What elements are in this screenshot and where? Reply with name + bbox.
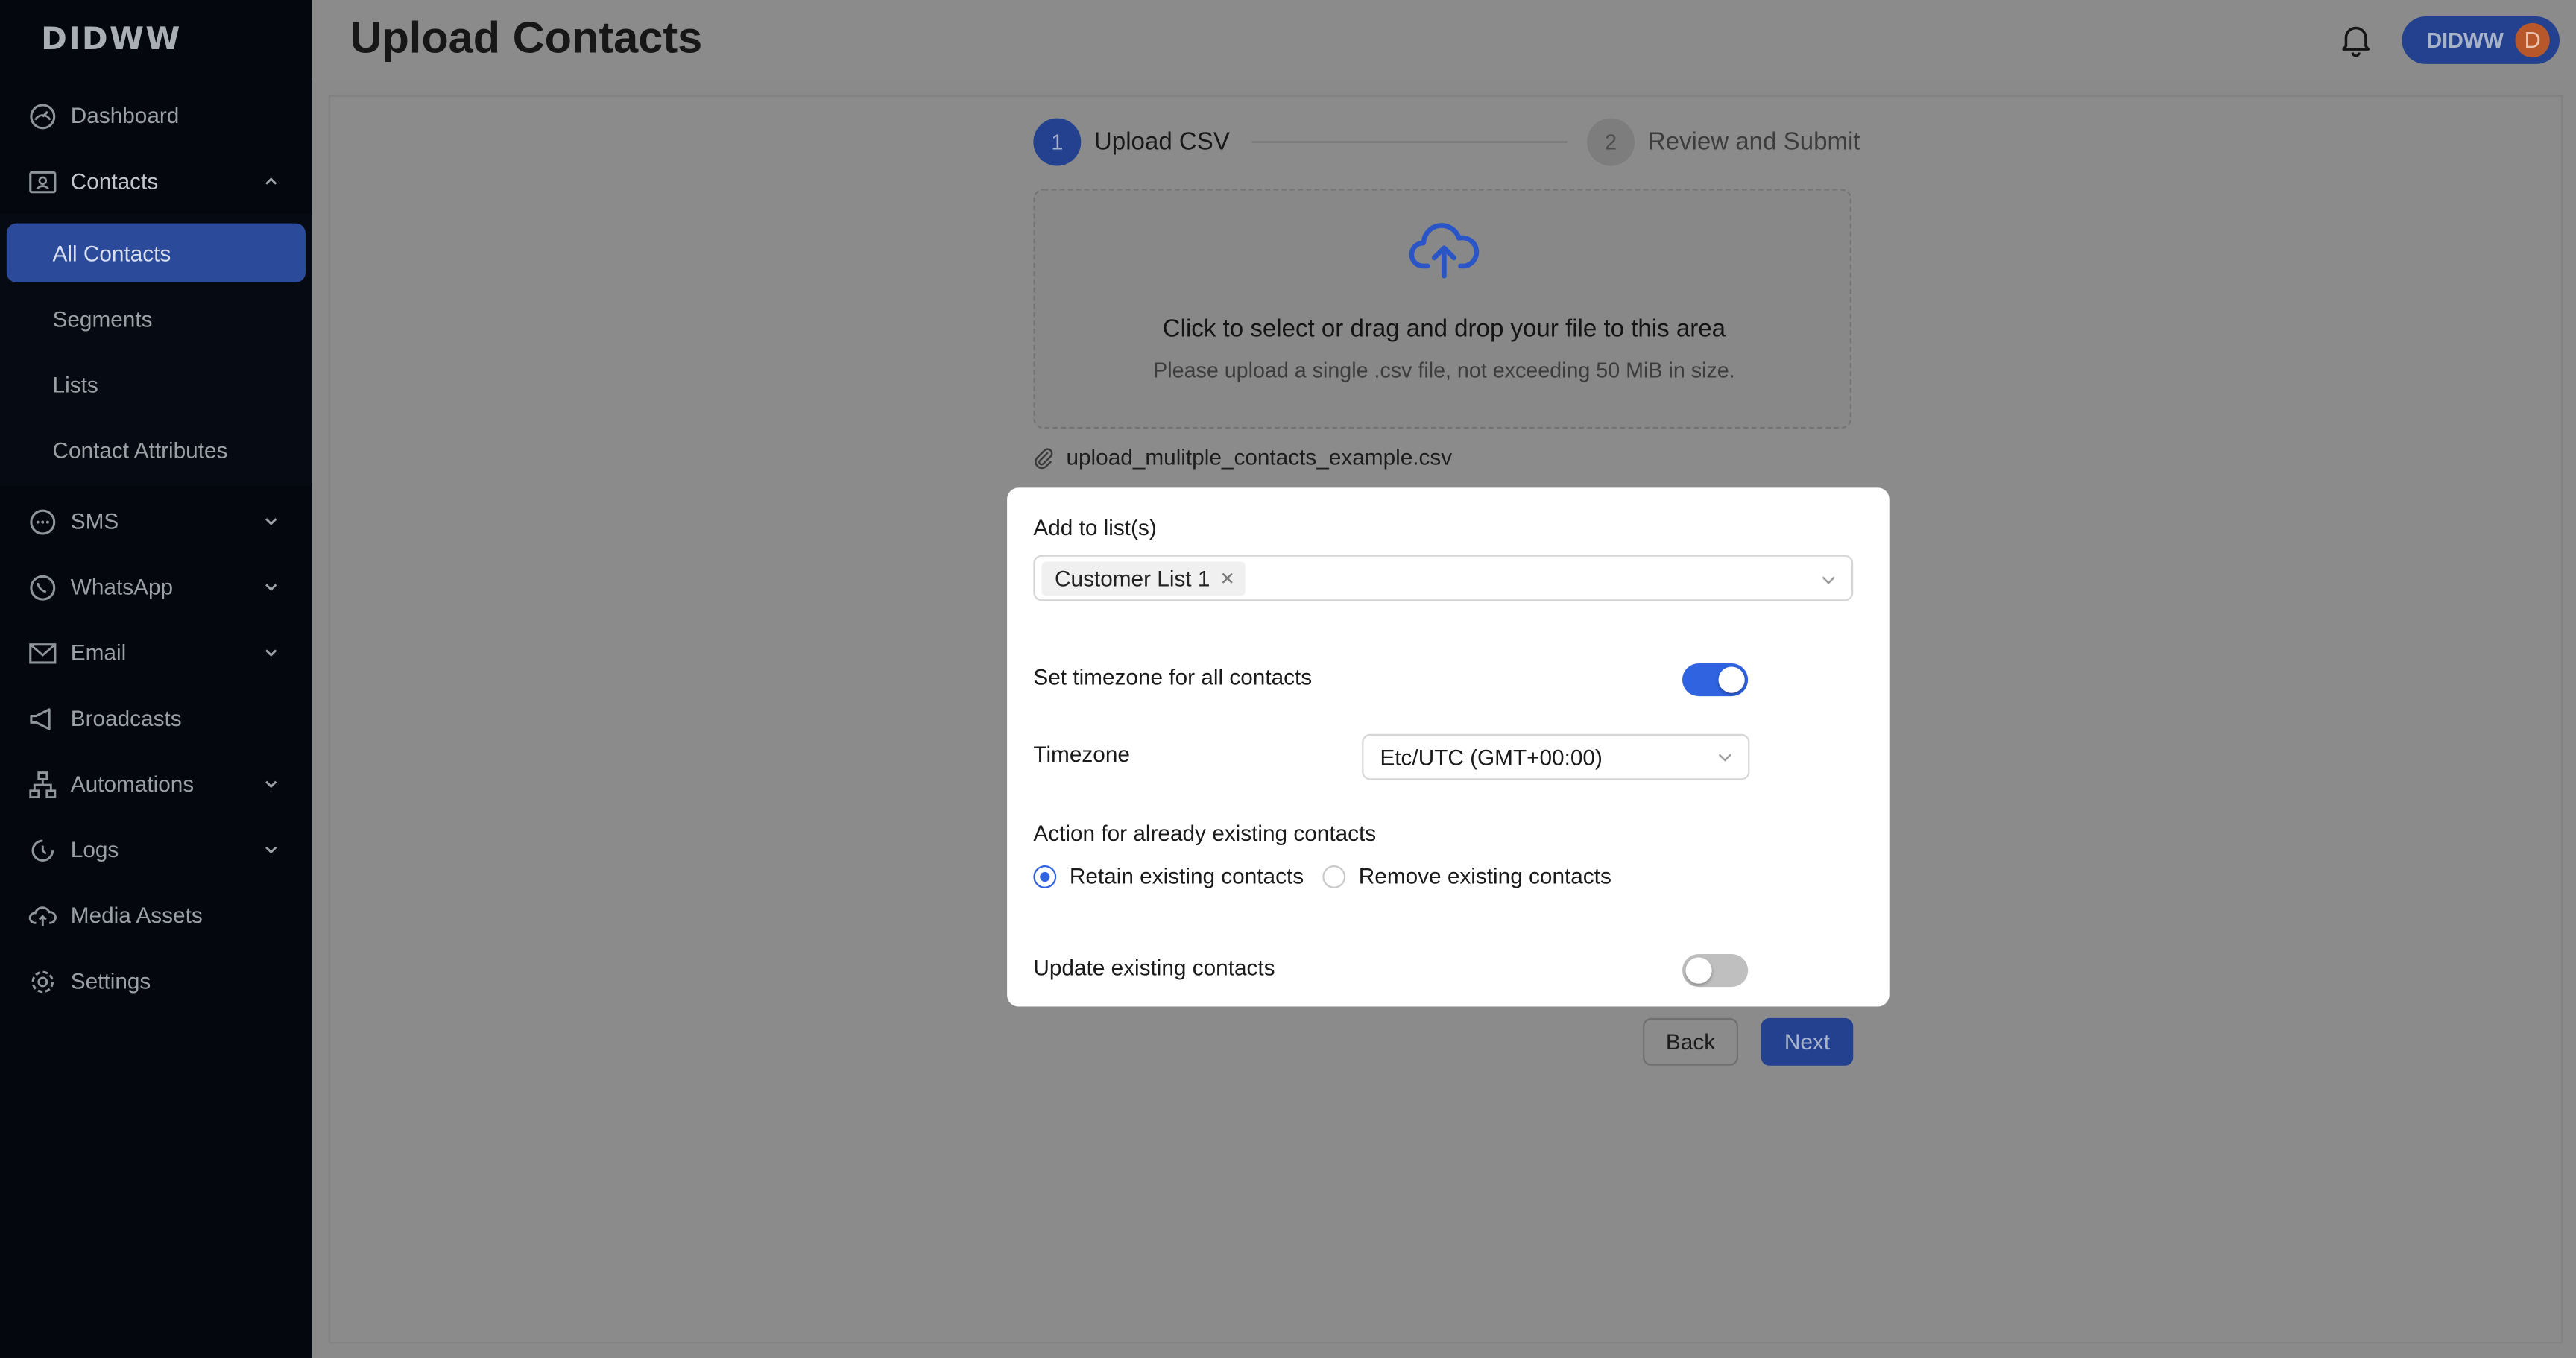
sidebar-item-label: SMS [70, 508, 119, 533]
user-name: DIDWW [2426, 28, 2504, 53]
chevron-down-icon [265, 584, 277, 591]
sidebar-item-label: Automations [70, 771, 195, 796]
sidebar-item-lists[interactable]: Lists [7, 355, 306, 414]
chevron-down-icon [265, 649, 277, 657]
chevron-down-icon [1822, 576, 1835, 584]
sidebar-item-label: All Contacts [52, 240, 171, 265]
sidebar-item-label: Logs [70, 836, 119, 862]
back-button[interactable]: Back [1643, 1017, 1738, 1066]
whatsapp-icon [30, 575, 56, 601]
step-2-indicator: 2 [1587, 118, 1635, 166]
chevron-down-icon [1718, 754, 1731, 762]
set-timezone-label: Set timezone for all contacts [1033, 665, 1313, 690]
sidebar-item-sms[interactable]: SMS [0, 491, 312, 550]
page-title: Upload Contacts [350, 13, 703, 63]
set-timezone-toggle[interactable] [1682, 663, 1749, 697]
uploaded-file-name: upload_mulitple_contacts_example.csv [1066, 445, 1453, 470]
sidebar-item-logs[interactable]: Logs [0, 819, 312, 878]
sidebar-item-segments[interactable]: Segments [7, 289, 306, 348]
toggle-knob [1718, 666, 1745, 693]
chevron-up-icon [265, 177, 277, 185]
step-2-label: Review and Submit [1647, 127, 1860, 157]
add-to-lists-label: Add to list(s) [1033, 515, 1157, 540]
sidebar-item-automations[interactable]: Automations [0, 754, 312, 812]
paperclip-icon [1035, 448, 1053, 470]
dashboard-icon [30, 104, 56, 130]
timezone-select[interactable]: Etc/UTC (GMT+00:00) [1362, 733, 1750, 780]
sidebar: DIDWW Dashboard Contacts All Contacts Se… [0, 0, 312, 1358]
contacts-submenu: All Contacts Segments Lists Contact Attr… [0, 213, 312, 487]
sidebar-item-all-contacts[interactable]: All Contacts [6, 223, 306, 282]
app-logo: DIDWW [41, 21, 182, 58]
sidebar-item-dashboard[interactable]: Dashboard [0, 86, 312, 145]
close-icon[interactable]: ✕ [1220, 568, 1235, 589]
dropzone-hint: Please upload a single .csv file, not ex… [1153, 358, 1735, 383]
sidebar-item-label: Dashboard [70, 102, 180, 127]
timezone-value: Etc/UTC (GMT+00:00) [1380, 745, 1603, 771]
sidebar-item-label: Email [70, 639, 127, 665]
update-existing-toggle[interactable] [1682, 954, 1749, 988]
retain-radio-label[interactable]: Retain existing contacts [1070, 864, 1304, 888]
sidebar-item-label: WhatsApp [70, 573, 174, 599]
remove-radio[interactable] [1322, 865, 1346, 888]
sidebar-item-label: Media Assets [70, 902, 203, 927]
lists-select[interactable]: Customer List 1 ✕ [1033, 555, 1854, 601]
list-tag-label: Customer List 1 [1055, 566, 1210, 592]
sidebar-item-broadcasts[interactable]: Broadcasts [0, 688, 312, 747]
sidebar-item-media-assets[interactable]: Media Assets [0, 885, 312, 944]
user-menu[interactable]: DIDWW D [2402, 16, 2560, 64]
cloud-upload-icon [1409, 223, 1480, 279]
sidebar-item-label: Lists [52, 372, 98, 397]
dropzone-title: Click to select or drag and drop your fi… [1162, 315, 1726, 344]
sidebar-item-contacts[interactable]: Contacts [0, 151, 312, 210]
chevron-down-icon [265, 846, 277, 854]
bell-icon[interactable] [2337, 22, 2373, 57]
sidebar-item-contact-attributes[interactable]: Contact Attributes [7, 420, 306, 479]
sidebar-item-label: Segments [52, 306, 153, 331]
email-icon [29, 643, 57, 664]
media-assets-icon [28, 906, 57, 926]
timezone-label: Timezone [1033, 742, 1130, 767]
step-1-label: Upload CSV [1093, 127, 1230, 157]
sidebar-item-email[interactable]: Email [0, 622, 312, 681]
chevron-down-icon [265, 518, 277, 525]
update-existing-label: Update existing contacts [1033, 956, 1275, 981]
sidebar-item-label: Settings [70, 967, 151, 993]
file-dropzone[interactable]: Click to select or drag and drop your fi… [1033, 189, 1852, 429]
remove-radio-label[interactable]: Remove existing contacts [1359, 864, 1611, 888]
chevron-down-icon [265, 780, 277, 789]
logs-icon [31, 839, 54, 862]
next-button[interactable]: Next [1761, 1017, 1854, 1066]
existing-action-label: Action for already existing contacts [1033, 821, 1377, 846]
import-options-modal: Add to list(s) Customer List 1 ✕ Set tim… [1007, 487, 1890, 1007]
sidebar-item-label: Contact Attributes [52, 438, 228, 463]
gear-icon [31, 970, 54, 994]
sidebar-item-settings[interactable]: Settings [0, 951, 312, 1010]
sidebar-item-label: Broadcasts [70, 705, 182, 730]
top-header: Upload Contacts DIDWW D [312, 0, 2576, 80]
sidebar-item-whatsapp[interactable]: WhatsApp [0, 557, 312, 616]
toggle-knob [1685, 957, 1712, 984]
step-connector [1251, 141, 1568, 143]
retain-radio[interactable] [1033, 865, 1057, 888]
automations-icon [29, 771, 57, 799]
avatar: D [2515, 22, 2550, 58]
sms-icon [30, 509, 56, 535]
broadcast-icon [30, 708, 51, 730]
list-tag: Customer List 1 ✕ [1041, 561, 1246, 596]
contacts-icon [29, 171, 57, 194]
sidebar-item-label: Contacts [70, 168, 159, 193]
step-1-indicator: 1 [1033, 118, 1082, 166]
